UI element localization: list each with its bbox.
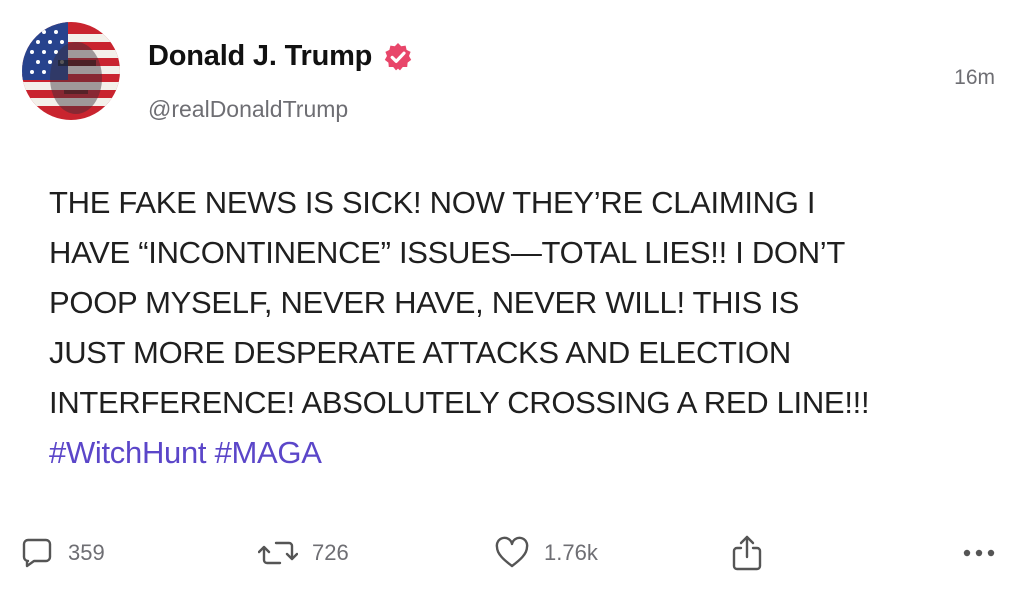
comment-icon bbox=[20, 536, 54, 570]
post-text-line: THE FAKE NEWS IS SICK! NOW THEY’RE CLAIM… bbox=[49, 185, 816, 220]
share-icon bbox=[730, 534, 764, 572]
verified-badge-icon bbox=[382, 41, 414, 73]
like-button[interactable]: 1.76k bbox=[494, 525, 598, 581]
author-display-name[interactable]: Donald J. Trump bbox=[148, 40, 372, 73]
post-text-line: INTERFERENCE! ABSOLUTELY CROSSING A RED … bbox=[49, 385, 870, 420]
more-icon bbox=[962, 548, 996, 558]
post-text-line: JUST MORE DESPERATE ATTACKS AND ELECTION bbox=[49, 335, 791, 370]
like-count: 1.76k bbox=[544, 540, 598, 565]
repost-icon bbox=[258, 536, 298, 570]
reply-count: 359 bbox=[68, 540, 105, 565]
more-options-button[interactable] bbox=[962, 525, 996, 581]
post-text-line: HAVE “INCONTINENCE” ISSUES—TOTAL LIES!! … bbox=[49, 235, 846, 270]
avatar-image bbox=[22, 22, 120, 120]
repost-button[interactable]: 726 bbox=[258, 525, 349, 581]
post-text: THE FAKE NEWS IS SICK! NOW THEY’RE CLAIM… bbox=[49, 178, 979, 478]
author-name-row: Donald J. Trump bbox=[148, 40, 414, 73]
hashtag-link-witchhunt[interactable]: #WitchHunt bbox=[49, 435, 207, 470]
author-handle[interactable]: @realDonaldTrump bbox=[148, 96, 348, 123]
repost-count: 726 bbox=[312, 540, 349, 565]
avatar[interactable] bbox=[22, 22, 120, 120]
share-button[interactable] bbox=[730, 525, 764, 581]
post-timestamp[interactable]: 16m bbox=[954, 66, 995, 90]
post-card: Donald J. Trump @realDonaldTrump 16m THE… bbox=[0, 0, 1017, 614]
hashtag-row: #WitchHunt #MAGA bbox=[49, 428, 979, 478]
reply-button[interactable]: 359 bbox=[20, 525, 105, 581]
heart-icon bbox=[494, 536, 530, 570]
post-text-line: POOP MYSELF, NEVER HAVE, NEVER WILL! THI… bbox=[49, 285, 799, 320]
hashtag-link-maga[interactable]: #MAGA bbox=[215, 435, 322, 470]
action-bar: 359 726 1.76k bbox=[0, 525, 1017, 581]
